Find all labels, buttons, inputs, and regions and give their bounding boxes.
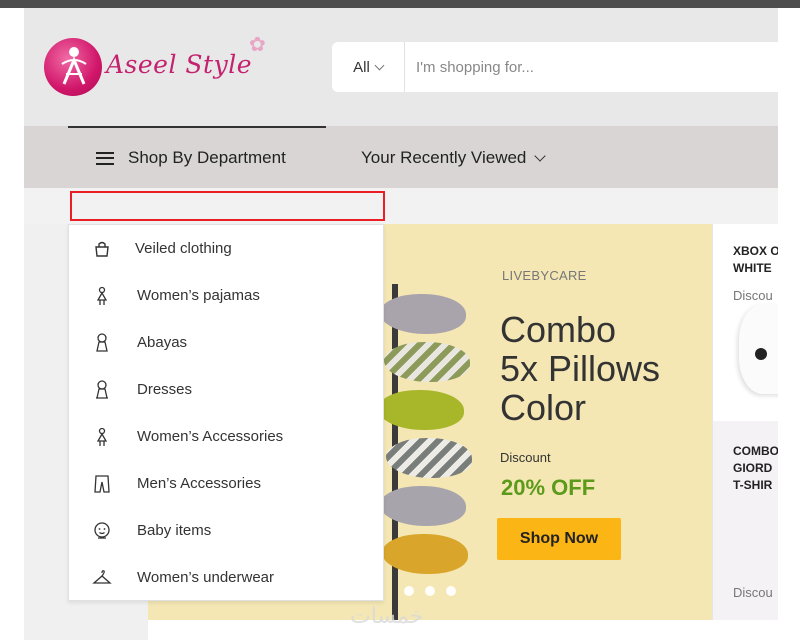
recently-viewed-button[interactable]: Your Recently Viewed [361,146,547,170]
butterfly-icon: ✿ [249,34,266,56]
abaya-icon [92,332,112,353]
left-gutter [0,8,24,640]
department-label: Women’s pajamas [137,287,260,304]
shop-by-department-button[interactable]: Shop By Department [96,146,286,170]
department-label: Women’s Accessories [137,428,284,445]
department-label: Abayas [137,334,188,351]
shop-now-button[interactable]: Shop Now [497,518,621,560]
department-item[interactable]: Women’s Accessories [69,413,383,460]
department-label: Shop By Department [128,148,286,167]
department-item[interactable]: Men’s Accessories [69,460,383,507]
site-logo[interactable]: Aseel Style ✿ [44,30,304,96]
shopping-bag-icon [92,239,112,259]
chevron-down-icon [534,150,547,162]
card-title: COMBO GIORD T-SHIR [733,444,778,492]
woman-figure-icon [92,427,112,447]
highlight-box [70,191,385,221]
slider-dots [404,586,456,596]
search-input[interactable] [416,42,766,92]
watermark: خمسات [350,604,424,629]
department-active-indicator [68,126,326,128]
right-gutter [778,8,800,640]
department-label: Dresses [137,381,193,398]
logo-emblem [44,38,102,96]
card-title: XBOX O WHITE [733,244,778,275]
recent-label: Your Recently Viewed [361,148,527,167]
department-item[interactable]: Dresses [69,366,383,413]
pillows-image [370,284,480,620]
product-card-combo[interactable]: COMBO GIORD T-SHIR Discou [712,421,778,620]
baby-icon [92,521,112,541]
hero-title: Combo 5x Pillows Color [500,309,661,428]
chevron-down-icon [374,60,385,70]
hamburger-icon [96,151,114,165]
bottom-strip [148,620,778,640]
department-item[interactable]: Veiled clothing [69,225,383,272]
department-label: Women’s underwear [137,569,275,586]
department-label: Veiled clothing [135,240,232,257]
dress-icon [92,379,112,400]
card-discount: Discou [733,585,773,600]
logo-text: Aseel Style [106,50,253,79]
search-category-select[interactable]: All [332,42,405,92]
hero-discount-label: Discount [500,450,551,465]
page: Aseel Style ✿ All Shop By Department You… [0,0,800,640]
search-bar: All [332,42,778,92]
department-item[interactable]: Abayas [69,319,383,366]
product-card-xbox[interactable]: XBOX O WHITE Discou [712,224,778,421]
woman-figure-icon [92,286,112,306]
department-item[interactable]: Baby items [69,507,383,554]
department-label: Men’s Accessories [137,475,261,492]
department-item[interactable]: Women’s pajamas [69,272,383,319]
slider-dot[interactable] [404,586,414,596]
department-item[interactable]: Women’s underwear [69,554,383,601]
hero-discount-value: 20% OFF [501,475,596,500]
slider-dot[interactable] [425,586,435,596]
hanger-icon [92,568,112,588]
search-category-label: All [353,58,370,76]
controller-button [755,348,767,360]
slider-dot[interactable] [446,586,456,596]
trousers-icon [92,474,112,494]
hero-brand: LIVEBYCARE [502,268,587,283]
department-dropdown: Veiled clothing Women’s pajamas Abayas D… [68,224,384,601]
card-discount: Discou [733,288,773,303]
top-strip [0,0,800,8]
department-label: Baby items [137,522,212,539]
